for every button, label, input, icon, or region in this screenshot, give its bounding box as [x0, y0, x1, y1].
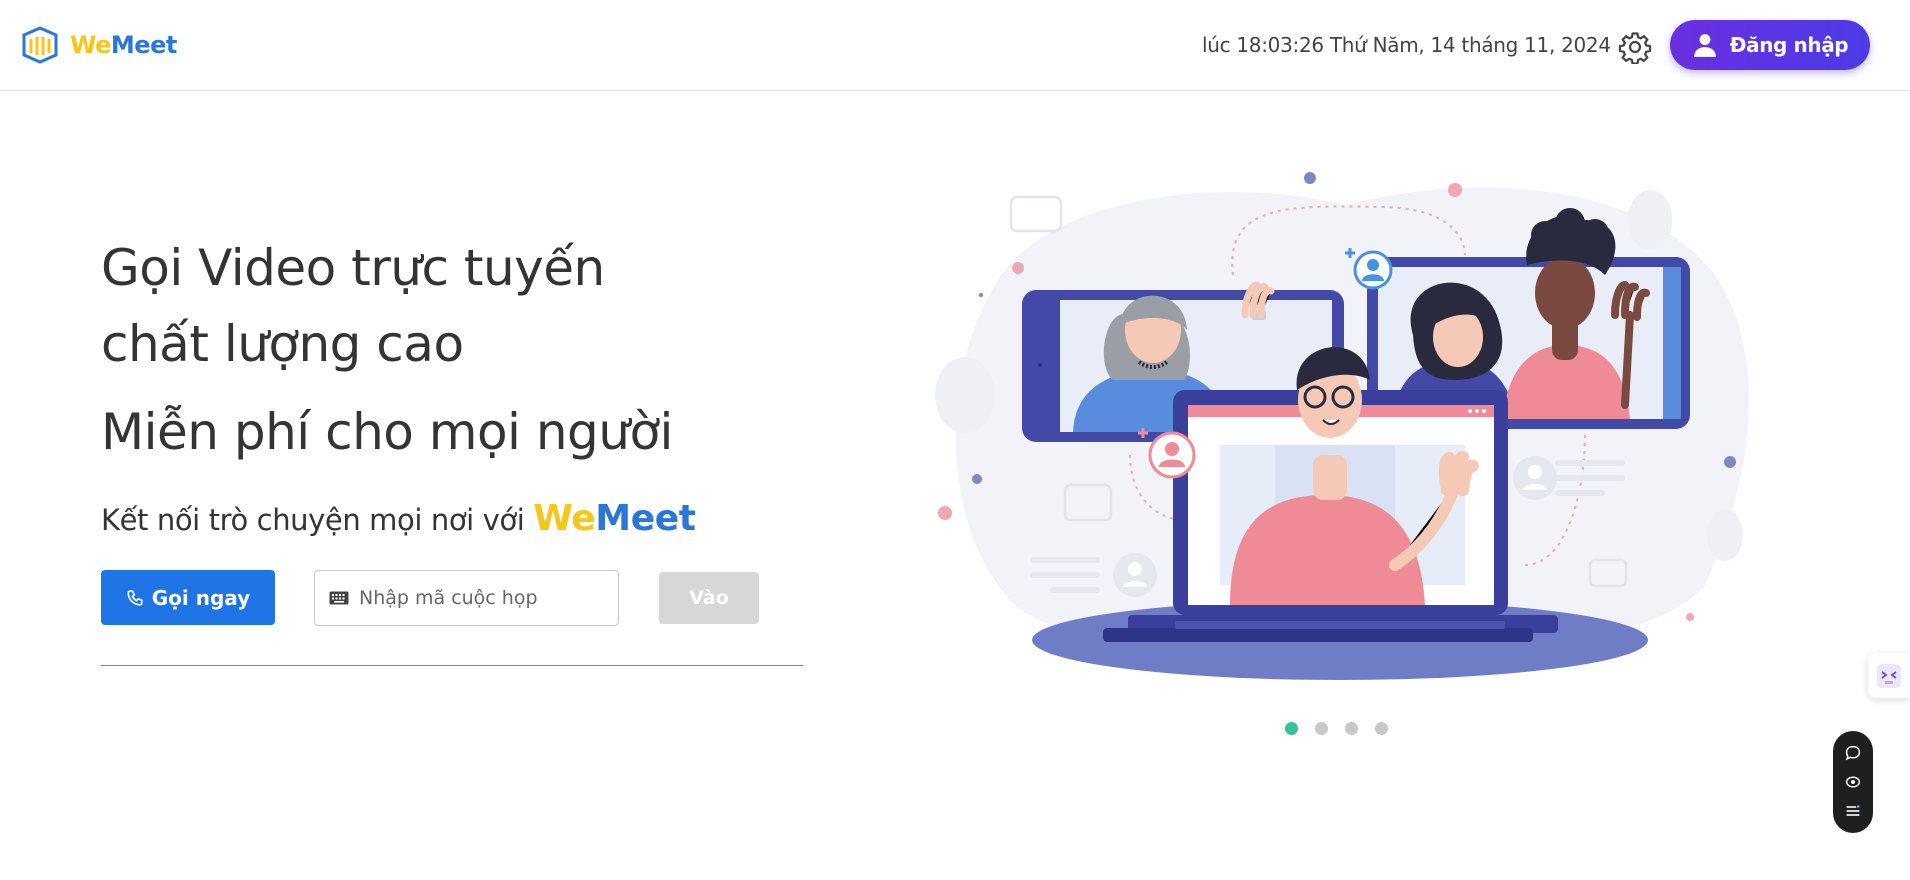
logo-text: WeMeet	[70, 31, 177, 59]
join-button[interactable]: Vào	[659, 572, 759, 624]
carousel-dot-4[interactable]	[1375, 722, 1388, 735]
hero-title-line-2: chất lượng cao	[101, 315, 464, 373]
call-now-label: Gọi ngay	[151, 585, 251, 610]
logo[interactable]: WeMeet	[20, 25, 177, 65]
hero-subtitle: Kết nối trò chuyện mọi nơi với WeMeet	[101, 498, 696, 539]
subtitle-text: Kết nối trò chuyện mọi nơi với	[101, 503, 525, 537]
floating-toolbar	[1833, 731, 1873, 833]
carousel-dot-2[interactable]	[1315, 722, 1328, 735]
current-datetime: lúc 18:03:26 Thứ Năm, 14 tháng 11, 2024	[1202, 33, 1611, 57]
hero-title-line-3: Miễn phí cho mọi người	[101, 403, 673, 461]
meeting-code-input[interactable]	[359, 587, 609, 609]
eye-icon[interactable]	[1843, 772, 1863, 792]
login-button[interactable]: Đăng nhập	[1670, 20, 1870, 70]
keyboard-icon	[329, 591, 349, 605]
logo-icon	[22, 26, 58, 64]
carousel-dot-3[interactable]	[1345, 722, 1358, 735]
call-now-button[interactable]: Gọi ngay	[101, 570, 275, 625]
login-label: Đăng nhập	[1729, 33, 1849, 57]
list-icon[interactable]	[1843, 801, 1863, 821]
translate-tab[interactable]	[1868, 653, 1910, 698]
top-header: WeMeet lúc 18:03:26 Thứ Năm, 14 tháng 11…	[0, 0, 1910, 91]
divider	[101, 665, 803, 666]
chat-icon[interactable]	[1843, 743, 1863, 763]
meeting-code-field[interactable]	[314, 570, 619, 626]
gear-icon[interactable]	[1618, 30, 1652, 65]
user-icon	[1693, 34, 1716, 57]
carousel-indicators	[1285, 722, 1405, 735]
subtitle-brand: WeMeet	[533, 498, 696, 539]
translate-icon	[1877, 663, 1901, 688]
video-call-illustration	[935, 172, 1749, 680]
hero-title-line-1: Gọi Video trực tuyến	[101, 239, 605, 297]
carousel-dot-1[interactable]	[1285, 722, 1298, 735]
phone-icon	[127, 589, 143, 606]
